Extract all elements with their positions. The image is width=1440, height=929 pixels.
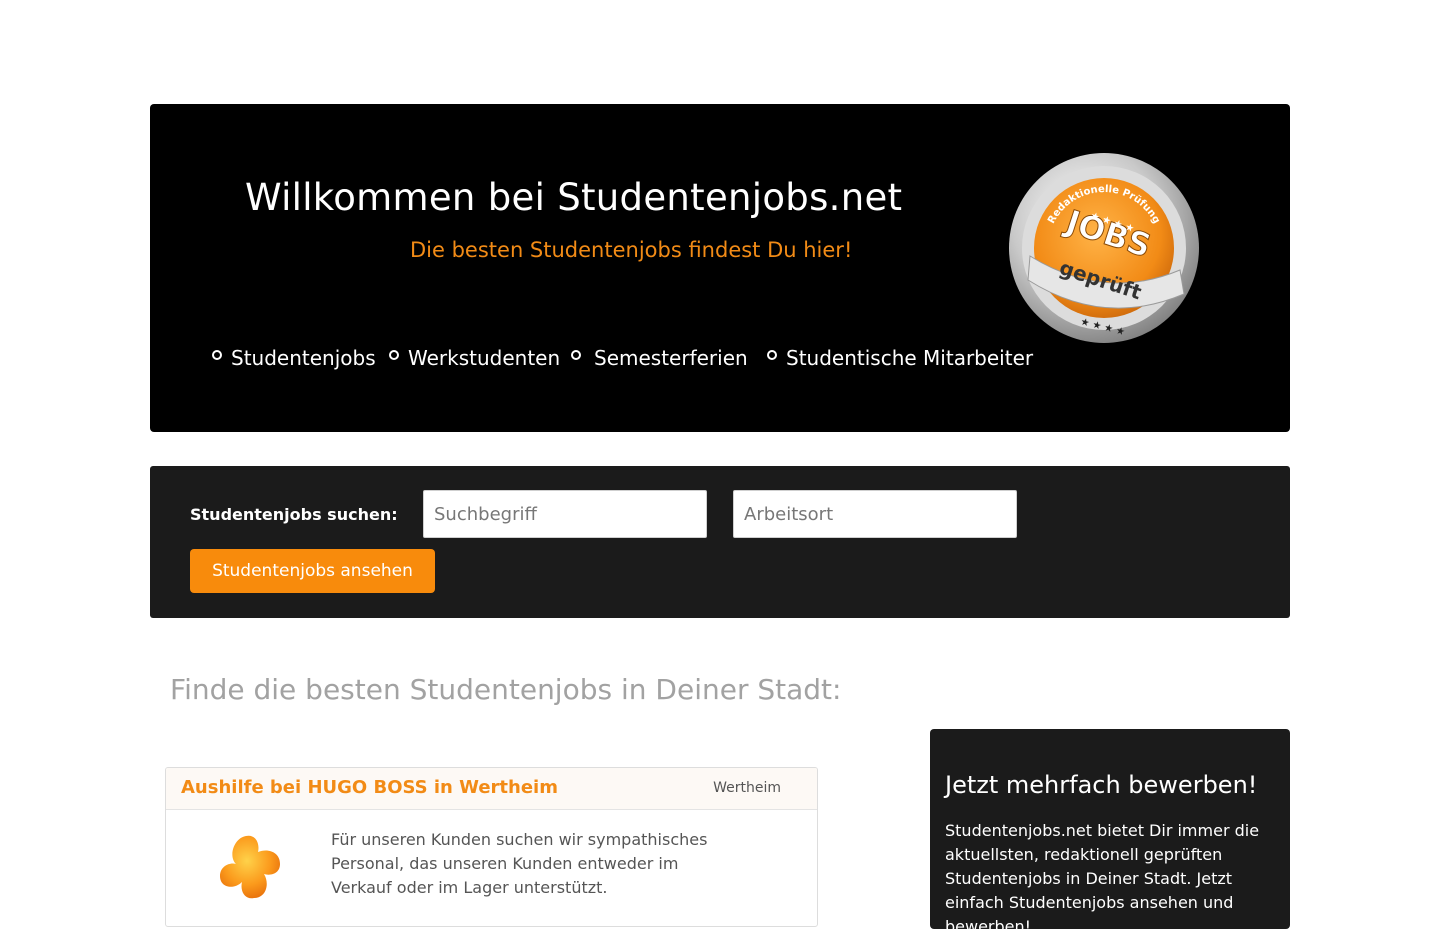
category-link-label: Studentenjobs bbox=[231, 346, 376, 370]
hero-title: Willkommen bei Studentenjobs.net bbox=[245, 176, 903, 219]
job-location: Wertheim bbox=[713, 780, 781, 796]
search-label: Studentenjobs suchen: bbox=[190, 505, 398, 524]
job-title-link[interactable]: Aushilfe bei HUGO BOSS in Wertheim bbox=[181, 777, 558, 798]
apply-multiple-box: Jetzt mehrfach bewerben! Studentenjobs.n… bbox=[930, 729, 1290, 929]
category-link-werkstudenten[interactable]: Werkstudenten bbox=[389, 346, 560, 370]
search-location-input[interactable] bbox=[733, 490, 1017, 538]
category-link-studentenjobs[interactable]: Studentenjobs bbox=[212, 346, 376, 370]
view-jobs-button[interactable]: Studentenjobs ansehen bbox=[190, 549, 435, 593]
search-term-input[interactable] bbox=[423, 490, 707, 538]
job-search-panel: Studentenjobs suchen: Studentenjobs anse… bbox=[150, 466, 1290, 618]
job-card: Aushilfe bei HUGO BOSS in Wertheim Werth… bbox=[165, 767, 818, 927]
category-link-label: Werkstudenten bbox=[408, 346, 561, 370]
city-section-heading: Finde die besten Studentenjobs in Deiner… bbox=[170, 673, 842, 706]
hero-subtitle: Die besten Studentenjobs findest Du hier… bbox=[410, 238, 853, 262]
company-logo-blob-icon bbox=[220, 835, 280, 899]
category-link-label: Semesterferien bbox=[594, 346, 748, 370]
bullet-icon bbox=[571, 350, 581, 360]
bullet-icon bbox=[767, 350, 777, 360]
category-link-studentische-mitarbeiter[interactable]: Studentische Mitarbeiter bbox=[767, 346, 1033, 370]
apply-multiple-text: Studentenjobs.net bietet Dir immer die a… bbox=[945, 821, 1260, 929]
apply-multiple-title: Jetzt mehrfach bewerben! bbox=[945, 771, 1258, 799]
job-card-header: Aushilfe bei HUGO BOSS in Wertheim Werth… bbox=[166, 768, 817, 810]
category-link-semesterferien[interactable]: Semesterferien bbox=[571, 346, 748, 370]
job-description: Für unseren Kunden suchen wir sympathisc… bbox=[331, 830, 708, 897]
bullet-icon bbox=[389, 350, 399, 360]
bullet-icon bbox=[212, 350, 222, 360]
seal-badge-icon: Redaktionelle Prüfung JOBS geprüft ★ ★ ★… bbox=[1009, 153, 1199, 343]
hero-banner: Willkommen bei Studentenjobs.net Die bes… bbox=[150, 104, 1290, 432]
category-link-label: Studentische Mitarbeiter bbox=[786, 346, 1034, 370]
